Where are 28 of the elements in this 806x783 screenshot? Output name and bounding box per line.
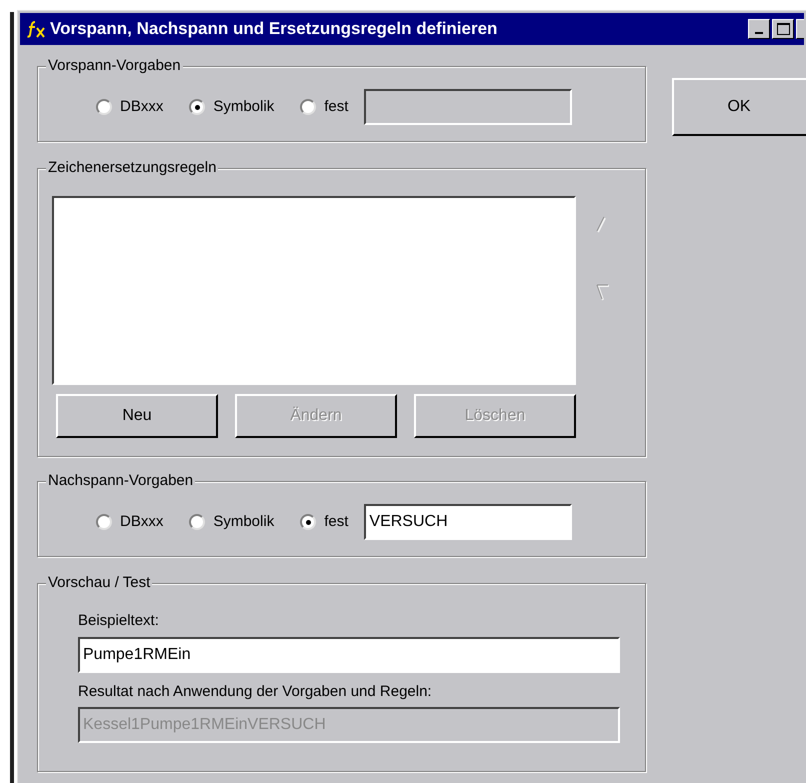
radio-label: DBxxx (120, 512, 164, 532)
move-up-icon[interactable] (596, 216, 608, 234)
radio-label: Symbolik (213, 96, 274, 117)
group-title: Nachspann-Vorgaben (46, 472, 196, 490)
example-text-field[interactable]: Pumpe1RMEin (78, 636, 620, 672)
close-button[interactable] (796, 19, 804, 39)
group-title: Zeichenersetzungsregeln (46, 159, 218, 177)
radio-label: fest (324, 512, 348, 532)
ok-button[interactable]: OK (672, 78, 806, 136)
minimize-button[interactable] (748, 19, 770, 39)
radio-button[interactable] (300, 514, 316, 530)
field-label: Beispieltext: (78, 611, 160, 631)
radio-label: Symbolik (213, 512, 274, 532)
field-label: Resultat nach Anwendung der Vorgaben und Regeln: (78, 682, 433, 702)
rule-button[interactable]: Neu (56, 394, 218, 438)
radio-label: fest (324, 96, 348, 117)
radio-button[interactable] (189, 99, 206, 115)
radio-label: DBxxx (120, 96, 164, 117)
radio-button[interactable] (189, 514, 206, 530)
window-title: Vorspann, Nachspann und Ersetzungsregeln definieren (50, 18, 498, 40)
function-icon (26, 20, 46, 38)
group-title: Vorspann-Vorgaben (46, 57, 183, 75)
radio-button[interactable] (96, 514, 112, 530)
radio-button[interactable] (300, 99, 316, 115)
move-down-icon[interactable] (596, 284, 610, 302)
text-field[interactable]: VERSUCH (364, 504, 572, 540)
maximize-button[interactable] (772, 19, 794, 39)
radio-button[interactable] (96, 99, 112, 115)
